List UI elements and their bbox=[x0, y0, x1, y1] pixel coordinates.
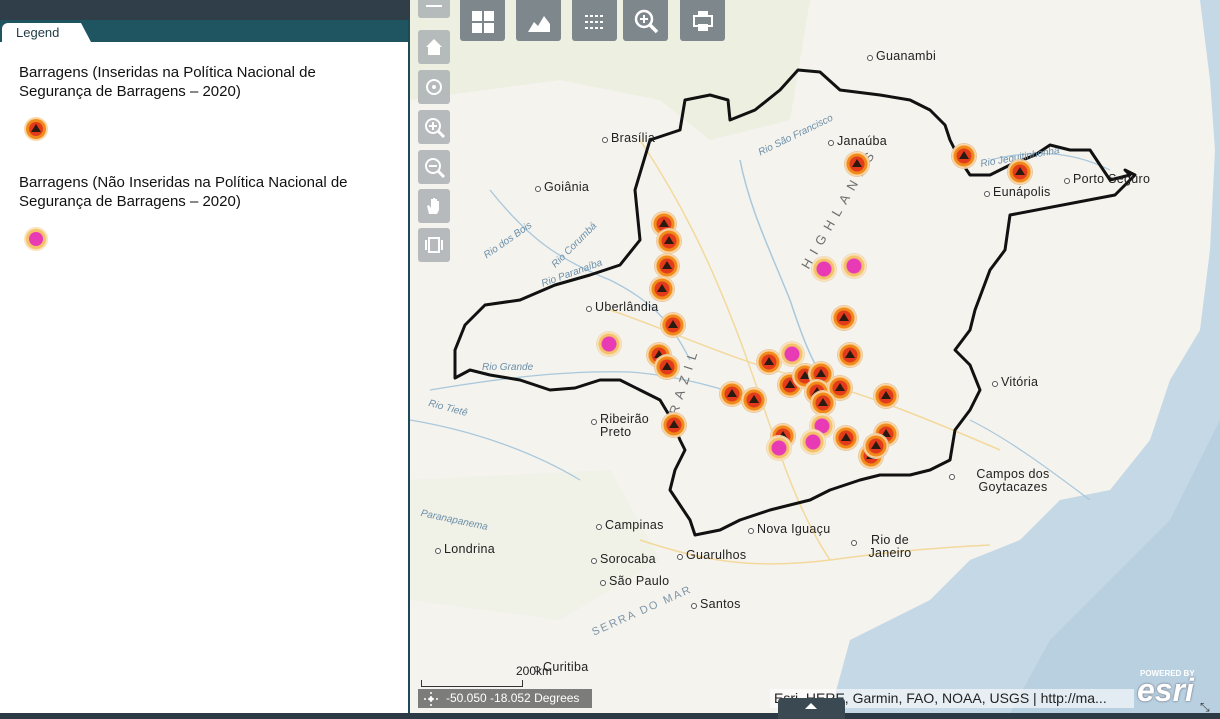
dam-marker-noninserted[interactable] bbox=[780, 342, 804, 366]
dam-marker-noninserted[interactable] bbox=[801, 430, 825, 454]
city-label-rio-de-janeiro: Rio de Janeiro bbox=[851, 534, 920, 560]
dam-marker-noninserted[interactable] bbox=[842, 254, 866, 278]
tab-legend[interactable]: Legend bbox=[2, 23, 92, 42]
city-label-nova-iguacu: Nova Iguaçu bbox=[747, 522, 831, 536]
legend-tab-strip: Legend bbox=[0, 20, 408, 42]
dam-marker-inserted[interactable] bbox=[834, 426, 858, 450]
city-label-uberlandia: Uberlândia bbox=[585, 300, 659, 314]
legend-panel: Legend Barragens (Inseridas na Política … bbox=[0, 20, 410, 713]
basemap bbox=[410, 0, 1220, 713]
resize-icon[interactable]: ⤡ bbox=[1200, 700, 1212, 714]
dam-marker-inserted[interactable] bbox=[757, 350, 781, 374]
city-label-eunapolis: Eunápolis bbox=[984, 185, 1051, 199]
city-label-londrina: Londrina bbox=[434, 542, 496, 556]
dam-marker-inserted[interactable] bbox=[832, 306, 856, 330]
legend-layer-title-noninserted: Barragens (Não Inseridas na Política Nac… bbox=[19, 174, 348, 210]
zoom-in-button[interactable] bbox=[418, 110, 450, 144]
top-header-bar bbox=[0, 0, 410, 20]
pan-icon bbox=[427, 198, 439, 214]
print-icon bbox=[693, 11, 713, 31]
dam-marker-inserted[interactable] bbox=[742, 388, 766, 412]
dam-marker-inserted[interactable] bbox=[661, 313, 685, 337]
dam-marker-inserted[interactable] bbox=[864, 434, 888, 458]
dam-marker-inserted[interactable] bbox=[811, 391, 835, 415]
dam-marker-inserted[interactable] bbox=[720, 382, 744, 406]
scale-bar bbox=[421, 680, 523, 687]
city-label-brasilia: Brasília bbox=[601, 131, 656, 145]
legend-layer-title-inserted: Barragens (Inseridas na Política Naciona… bbox=[19, 64, 316, 100]
city-label-santos: Santos bbox=[691, 597, 741, 611]
menu-icon bbox=[426, 5, 442, 7]
dam-marker-noninserted[interactable] bbox=[812, 257, 836, 281]
home-button[interactable] bbox=[418, 30, 450, 64]
esri-logo[interactable]: esri bbox=[1137, 672, 1194, 709]
expand-panel-button[interactable] bbox=[778, 698, 845, 719]
elevation-profile-icon bbox=[528, 16, 550, 32]
zoom-to-icon bbox=[634, 9, 659, 34]
dam-marker-inserted[interactable] bbox=[1008, 160, 1032, 184]
map-view[interactable]: BRAZIL HIGHLANDS SERRA DO MAR Rio São Fr… bbox=[410, 0, 1220, 713]
layer-swipe-button[interactable] bbox=[572, 0, 617, 41]
city-label-vitoria: Vitória bbox=[991, 375, 1039, 389]
menu-button[interactable] bbox=[418, 0, 450, 18]
basemap-gallery-button[interactable] bbox=[460, 0, 505, 41]
dam-marker-inserted[interactable] bbox=[655, 355, 679, 379]
dam-marker-inserted[interactable] bbox=[657, 229, 681, 253]
elevation-profile-button[interactable] bbox=[516, 0, 561, 41]
home-icon bbox=[426, 39, 442, 55]
zoom-out-icon bbox=[425, 158, 446, 179]
full-extent-icon bbox=[425, 237, 443, 253]
dam-marker-inserted[interactable] bbox=[845, 152, 869, 176]
dam-marker-inserted[interactable] bbox=[874, 384, 898, 408]
city-label-sorocaba: Sorocaba bbox=[591, 552, 656, 566]
locate-button[interactable] bbox=[418, 70, 450, 104]
city-label-campos: Campos dos Goytacazes bbox=[949, 468, 1068, 494]
full-extent-button[interactable] bbox=[418, 228, 450, 262]
zoom-in-icon bbox=[425, 118, 446, 139]
orange-triangle-dam-icon bbox=[24, 117, 48, 141]
zoom-out-button[interactable] bbox=[418, 150, 450, 184]
dam-marker-inserted[interactable] bbox=[662, 413, 686, 437]
magenta-dot-icon bbox=[24, 227, 48, 251]
coordinate-text: -50.050 -18.052 Degrees bbox=[446, 691, 580, 705]
layer-swipe-icon bbox=[585, 15, 605, 29]
pan-button[interactable] bbox=[418, 189, 450, 223]
locate-icon bbox=[426, 79, 442, 95]
dam-marker-inserted[interactable] bbox=[650, 277, 674, 301]
city-label-janauba: Janaúba bbox=[827, 134, 888, 148]
river-label-grande: Rio Grande bbox=[482, 362, 534, 373]
city-label-ribeirao-preto: Ribeirão Preto bbox=[591, 413, 660, 439]
dam-marker-inserted[interactable] bbox=[952, 144, 976, 168]
bottom-bar bbox=[0, 713, 1220, 719]
dam-marker-noninserted[interactable] bbox=[597, 332, 621, 356]
scale-label: 200km bbox=[516, 664, 553, 678]
dam-marker-inserted[interactable] bbox=[838, 343, 862, 367]
print-button[interactable] bbox=[680, 0, 725, 41]
dam-marker-inserted[interactable] bbox=[655, 254, 679, 278]
coordinate-readout[interactable]: -50.050 -18.052 Degrees bbox=[418, 689, 592, 708]
basemap-gallery-icon bbox=[472, 11, 494, 33]
city-label-goiania: Goiânia bbox=[534, 180, 590, 194]
city-label-sao-paulo: São Paulo bbox=[599, 574, 670, 588]
city-label-guarulhos: Guarulhos bbox=[676, 548, 747, 562]
city-label-porto-seguro: Porto Seguro bbox=[1063, 172, 1151, 186]
zoom-to-button[interactable] bbox=[623, 0, 668, 41]
crosshair-icon bbox=[424, 692, 438, 706]
city-label-guanambi: Guanambi bbox=[866, 49, 937, 63]
city-label-campinas: Campinas bbox=[596, 518, 664, 532]
dam-marker-noninserted[interactable] bbox=[767, 436, 791, 460]
